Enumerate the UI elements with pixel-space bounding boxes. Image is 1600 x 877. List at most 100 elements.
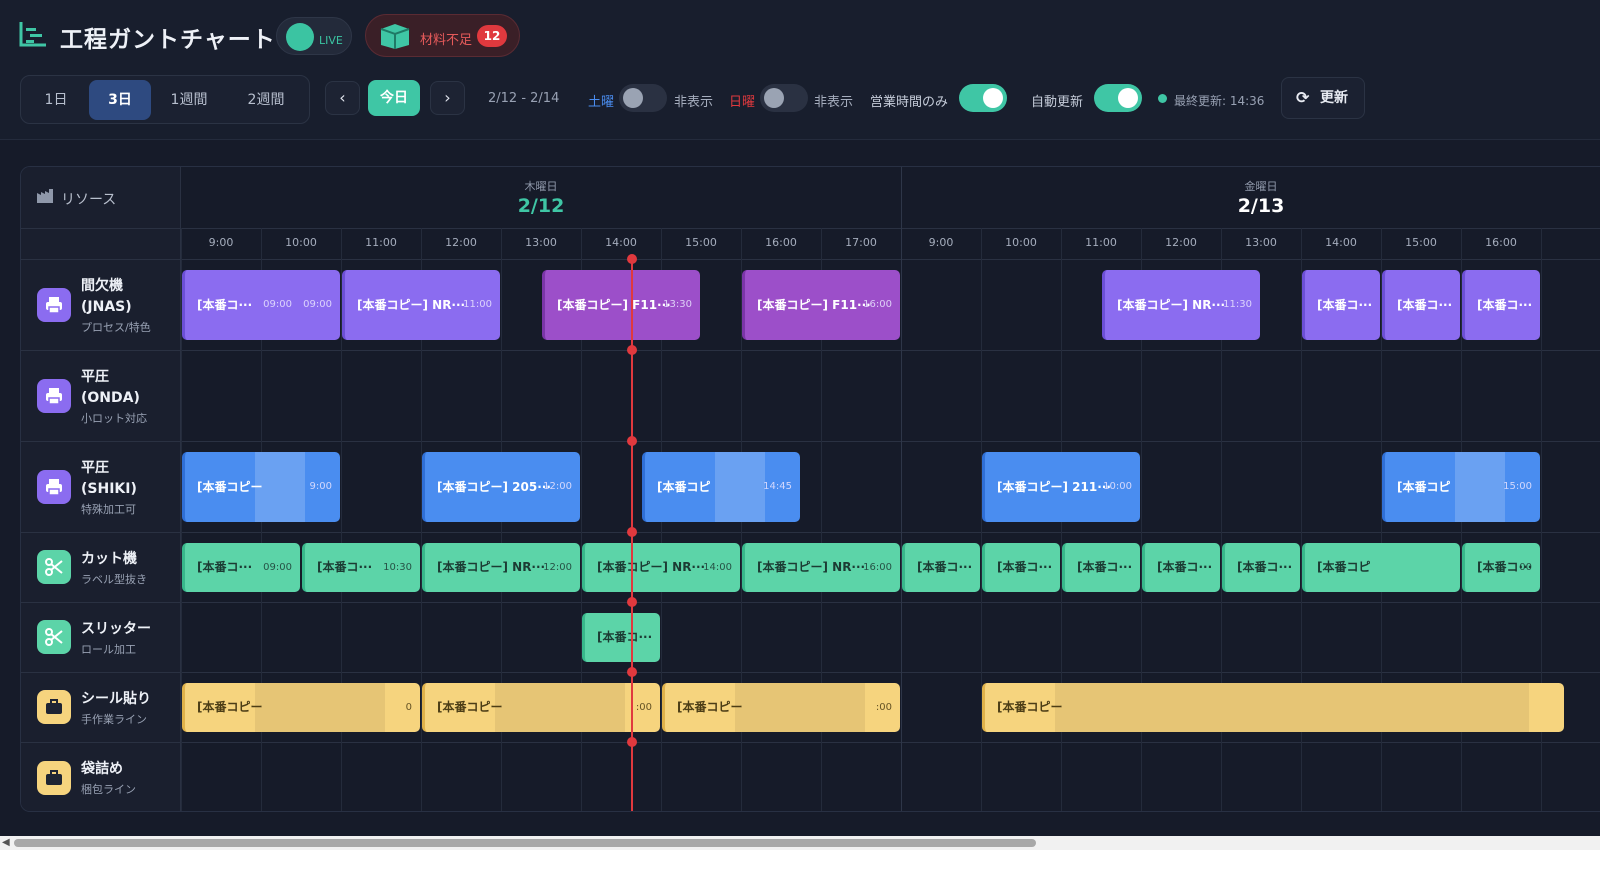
resource-row[interactable]: 間欠機 (JNAS) プロセス/特色 xyxy=(21,259,181,350)
task-bar[interactable]: [本番コピー] F11··· 16:00 xyxy=(742,270,900,340)
task-time: 16:00 xyxy=(863,562,892,573)
task-bar[interactable]: [本番コピ 15:00 xyxy=(1382,452,1540,522)
resource-row[interactable]: スリッター ロール加工 xyxy=(21,602,181,672)
task-label: [本番コピ xyxy=(1397,480,1451,494)
task-time: 09:00 xyxy=(263,299,292,310)
task-time: 14:00 xyxy=(703,562,732,573)
task-bar[interactable]: [本番コピ xyxy=(1302,543,1460,592)
task-label: [本番コ··· xyxy=(197,298,253,312)
business-hours-label: 営業時間のみ xyxy=(870,95,949,110)
task-label: [本番コピー] NR··· xyxy=(357,298,466,312)
task-bar[interactable]: [本番コピー 9:00 xyxy=(182,452,340,522)
task-bar[interactable]: [本番コピー:00 xyxy=(422,683,660,732)
range-1week-button[interactable]: 1週間 xyxy=(153,80,225,120)
business-hours-toggle[interactable] xyxy=(959,84,1007,112)
grid-row-line xyxy=(21,532,1600,533)
resource-subtitle: 手作業ライン xyxy=(81,713,147,726)
toggle-knob xyxy=(1118,88,1138,108)
task-bar[interactable]: [本番コ··· 00 xyxy=(1462,543,1540,592)
task-label: [本番コピー xyxy=(997,700,1063,714)
task-bar[interactable]: [本番コピー:00 xyxy=(662,683,900,732)
task-bar[interactable]: [本番コピ 14:45 xyxy=(642,452,800,522)
gantt-chart: リソース 木曜日 2/12 金曜日 2/13 9:00 10:00 11:00 12:00 13… xyxy=(20,166,1600,812)
grid-column-line xyxy=(901,167,902,811)
toggle-knob xyxy=(983,88,1003,108)
task-bar[interactable]: [本番コ··· xyxy=(1302,270,1380,340)
task-bar[interactable]: [本番コピー] NR··· 14:00 xyxy=(582,543,740,592)
task-label: [本番コ··· xyxy=(1157,560,1213,574)
redacted-region xyxy=(1455,452,1505,522)
range-2week-button[interactable]: 2週間 xyxy=(229,80,303,120)
auto-refresh-label: 自動更新 xyxy=(1031,95,1084,110)
scroll-left-icon[interactable]: ◀ xyxy=(2,837,10,848)
scissors-icon xyxy=(37,620,71,654)
task-bar[interactable]: [本番コピー xyxy=(982,683,1564,732)
task-label: [本番コピー] NR··· xyxy=(437,560,546,574)
task-bar[interactable]: [本番コ··· xyxy=(1222,543,1300,592)
task-bar[interactable]: [本番コピー] F11··· 13:30 xyxy=(542,270,700,340)
task-bar[interactable]: [本番コ··· xyxy=(902,543,980,592)
task-time: 0 xyxy=(405,702,412,713)
task-bar[interactable]: [本番コ··· 10:30 xyxy=(302,543,420,592)
task-bar[interactable]: [本番コピー] 205··· 12:00 xyxy=(422,452,580,522)
today-button[interactable]: 今日 xyxy=(368,80,420,116)
task-label: [本番コ··· xyxy=(317,560,373,574)
task-label: [本番コ··· xyxy=(997,560,1053,574)
resource-row[interactable]: カット機 ラベル型抜き xyxy=(21,532,181,602)
sunday-toggle[interactable] xyxy=(760,84,808,112)
next-button[interactable]: › xyxy=(430,81,465,115)
task-bar[interactable]: [本番コピー] NR··· 11:00 xyxy=(342,270,500,340)
task-label: [本番コピー] NR··· xyxy=(757,560,866,574)
day-weekday-label: 木曜日 xyxy=(524,180,558,193)
auto-refresh-toggle[interactable] xyxy=(1094,84,1142,112)
task-bar[interactable]: [本番コピー 0 xyxy=(182,683,420,732)
resource-row[interactable]: シール貼り 手作業ライン xyxy=(21,672,181,742)
range-3day-button[interactable]: 3日 xyxy=(89,80,151,120)
material-shortage-button[interactable]: 材料不足 12 xyxy=(365,14,520,57)
task-bar[interactable]: [本番コ··· xyxy=(582,613,660,662)
horizontal-scrollbar[interactable]: ◀ xyxy=(0,836,1600,850)
resource-subtitle: プロセス/特色 xyxy=(81,321,151,334)
task-bar[interactable]: [本番コピー] 211··· 10:00 xyxy=(982,452,1140,522)
task-label: [本番コピー] 211··· xyxy=(997,480,1111,494)
task-bar[interactable]: [本番コピー] NR··· 12:00 xyxy=(422,543,580,592)
resource-row[interactable]: 平圧 (ONDA) 小ロット対応 xyxy=(21,350,181,441)
redacted-region xyxy=(715,452,765,522)
task-bar[interactable]: [本番コ··· xyxy=(1062,543,1140,592)
day-header: 金曜日 2/13 xyxy=(901,167,1600,228)
live-toggle[interactable]: LIVE xyxy=(276,17,352,55)
sunday-label: 日曜 xyxy=(729,95,756,110)
current-time-marker xyxy=(627,667,637,677)
redacted-region xyxy=(255,683,385,732)
range-1day-button[interactable]: 1日 xyxy=(25,80,87,120)
resource-name: カット機 xyxy=(81,551,137,567)
current-time-marker xyxy=(627,527,637,537)
task-label: [本番コピー] F11··· xyxy=(757,298,871,312)
current-time-marker xyxy=(627,254,637,264)
task-bar[interactable]: [本番コ··· xyxy=(1142,543,1220,592)
toggle-knob xyxy=(764,88,784,108)
resource-name: 間欠機 (JNAS) xyxy=(81,278,132,315)
grid-row-line xyxy=(21,742,1600,743)
task-time: 14:45 xyxy=(763,481,792,492)
scrollbar-thumb[interactable] xyxy=(14,839,1036,847)
resource-row[interactable]: 平圧 (SHIKI) 特殊加工可 xyxy=(21,441,181,532)
resource-header: リソース xyxy=(21,167,181,228)
saturday-label: 土曜 xyxy=(588,95,615,110)
task-bar[interactable]: [本番コ··· xyxy=(982,543,1060,592)
task-bar[interactable]: [本番コピー] NR··· 16:00 xyxy=(742,543,900,592)
resource-row[interactable]: 袋詰め 梱包ライン xyxy=(21,742,181,811)
task-bar[interactable]: [本番コピー] NR··· 11:30 xyxy=(1102,270,1260,340)
task-bar[interactable]: [本番コ··· 09:00 xyxy=(182,543,300,592)
prev-button[interactable]: ‹ xyxy=(325,81,360,115)
saturday-toggle[interactable] xyxy=(619,84,667,112)
task-bar[interactable]: [本番コ··· xyxy=(1462,270,1540,340)
hour-label: 16:00 xyxy=(1485,236,1517,249)
task-time: 13:30 xyxy=(663,299,692,310)
task-bar[interactable]: [本番コ··· xyxy=(1382,270,1460,340)
task-label: [本番コ··· xyxy=(597,630,653,644)
refresh-button[interactable]: ⟳ 更新 xyxy=(1281,77,1365,119)
task-bar[interactable]: [本番コ··· 09:00 09:00 xyxy=(182,270,340,340)
current-time-marker xyxy=(627,597,637,607)
hour-label: 14:00 xyxy=(605,236,637,249)
